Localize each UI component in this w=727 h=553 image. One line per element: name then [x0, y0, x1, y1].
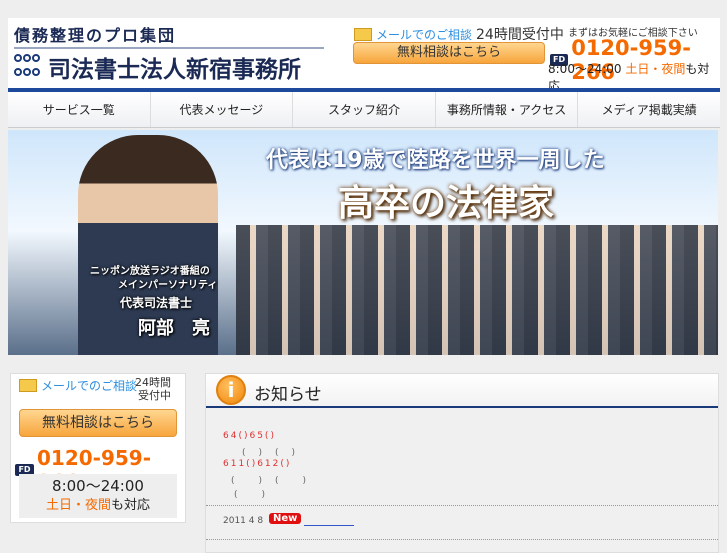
mail-label: メールでのご相談 [41, 379, 138, 393]
mail-consult-link[interactable]: メールでのご相談 [19, 377, 137, 394]
divider [206, 505, 718, 506]
weekend-text: 土日・夜間 [45, 498, 111, 513]
tagline: 債務整理のプロ集団 [14, 26, 177, 45]
person-name: 阿部 亮 [138, 318, 210, 339]
hours-text: 8:00〜24:00 [548, 62, 622, 76]
envelope-icon [19, 379, 37, 392]
role: 代表司法書士 [120, 296, 193, 310]
nav-access[interactable]: 事務所情報・アクセス [436, 92, 579, 127]
divider [206, 539, 718, 540]
news-title: お知らせ [254, 385, 322, 405]
hours-text: 8:00〜24:00 [52, 477, 144, 495]
info-icon: i [216, 375, 246, 405]
hours-box: 8:00〜24:00 土日・夜間も対応 [19, 474, 177, 518]
banner-headline: 代表は19歳で陸路を世界一周した [266, 148, 605, 173]
news-header: i お知らせ [206, 374, 718, 408]
hero-banner[interactable]: 代表は19歳で陸路を世界一周した 高卒の法律家 ニッポン放送ラジオ番組の メイン… [8, 130, 718, 355]
office-name[interactable]: 司法書士法人新宿事務所 [48, 50, 301, 84]
weekend-text: 土日・夜間 [625, 62, 686, 76]
h24-a: 24時間 [135, 376, 171, 389]
news-line: 64()65() [223, 431, 276, 441]
mail-consult-link[interactable]: メールでのご相談 24時間受付中 [354, 24, 564, 44]
free-consult-button[interactable]: 無料相談はこちら [353, 42, 545, 64]
contact-sidebar: メールでのご相談 24時間受付中 無料相談はこちら FD0120-959-266… [10, 373, 186, 523]
free-consult-button[interactable]: 無料相談はこちら [19, 409, 177, 437]
new-badge: New [269, 513, 302, 524]
news-panel: i お知らせ 64()65() ( ) ( ) 611()612() ( ) (… [205, 373, 719, 553]
news-line: ( ) ( ) [242, 448, 298, 458]
nav-staff[interactable]: スタッフ紹介 [293, 92, 436, 127]
header: 債務整理のプロ集団 司法書士法人新宿事務所 メールでのご相談 24時間受付中 無料… [8, 18, 720, 93]
divider [14, 47, 324, 49]
news-line: ( ) [234, 490, 268, 500]
caption-2: メインパーソナリティ [118, 280, 218, 291]
staff-photo [236, 225, 718, 355]
news-date: 2011 4 8 [223, 516, 264, 526]
nav-media[interactable]: メディア掲載実績 [578, 92, 720, 127]
news-link[interactable] [304, 516, 354, 526]
caption-1: ニッポン放送ラジオ番組の [90, 266, 210, 277]
nav-services[interactable]: サービス一覧 [8, 92, 151, 127]
main-nav: サービス一覧 代表メッセージ スタッフ紹介 事務所情報・アクセス メディア掲載実… [8, 92, 720, 128]
weekend-suffix: も対応 [111, 498, 151, 513]
hours24: 24時間受付中 [135, 376, 171, 402]
envelope-icon [354, 27, 372, 41]
news-line: 611()612() [223, 459, 292, 469]
logo-icon [14, 54, 42, 80]
nav-message[interactable]: 代表メッセージ [151, 92, 294, 127]
banner-title: 高卒の法律家 [338, 183, 555, 224]
h24-b: 受付中 [138, 389, 171, 402]
mail-label: メールでのご相談 [376, 27, 473, 42]
news-line: ( ) ( ) [231, 476, 309, 486]
